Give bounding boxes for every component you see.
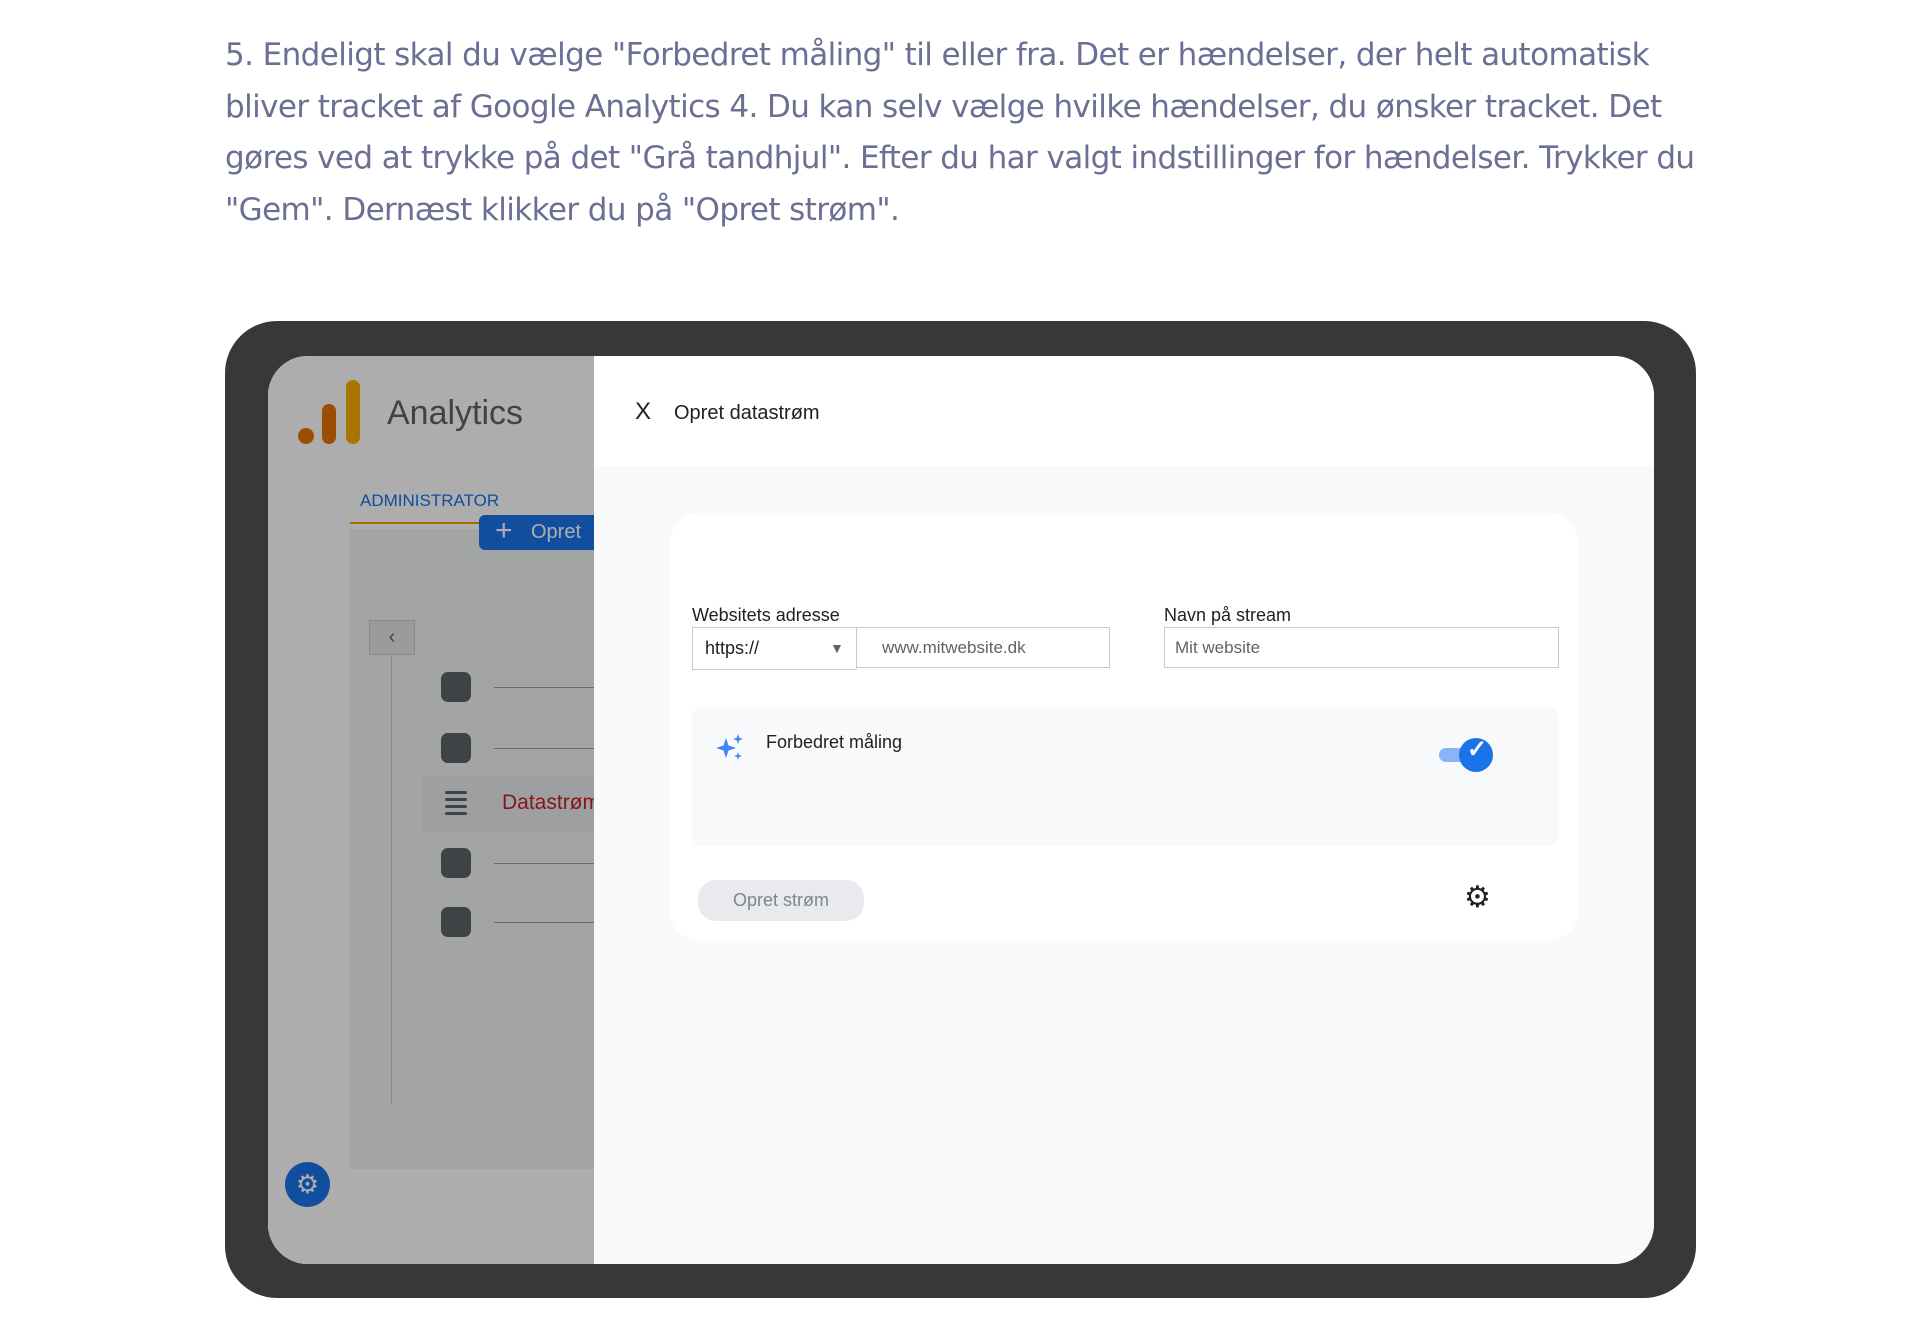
enhanced-measurement-label: Forbedret måling xyxy=(766,732,903,752)
dialog-title: Opret datastrøm xyxy=(674,402,820,424)
chevron-down-icon: ▼ xyxy=(830,640,844,656)
stream-name-input[interactable] xyxy=(1164,627,1559,668)
stream-setup-card: Websitets adresse Navn på stream https:/… xyxy=(670,513,1578,941)
enhanced-measurement-toggle[interactable]: ✓ xyxy=(1439,736,1495,772)
create-data-stream-dialog: X Opret datastrøm Websitets adresse Navn… xyxy=(594,356,1654,1264)
sparkle-icon xyxy=(716,734,743,760)
analytics-app: Analytics ADMINISTRATOR + Opret ‹ Datast… xyxy=(268,356,594,1264)
stream-name-label: Navn på stream xyxy=(1164,605,1292,625)
instruction-text: 5. Endeligt skal du vælge "Forbedret mål… xyxy=(225,37,1695,228)
device-screen: Analytics ADMINISTRATOR + Opret ‹ Datast… xyxy=(268,356,1654,1264)
enhanced-measurement-section: Forbedret måling ✓ xyxy=(692,708,1559,846)
close-icon[interactable]: X xyxy=(635,398,651,426)
website-url-input[interactable] xyxy=(856,627,1110,668)
device-frame: Analytics ADMINISTRATOR + Opret ‹ Datast… xyxy=(225,321,1696,1298)
dialog-header: X Opret datastrøm xyxy=(594,356,1654,466)
website-address-label: Websitets adresse xyxy=(692,605,840,625)
modal-scrim xyxy=(268,356,594,1264)
check-icon: ✓ xyxy=(1467,736,1488,763)
gear-icon[interactable]: ⚙ xyxy=(1464,880,1491,915)
protocol-select[interactable]: https:// ▼ xyxy=(692,627,857,670)
protocol-value: https:// xyxy=(705,638,760,658)
create-stream-button[interactable]: Opret strøm xyxy=(698,880,864,921)
